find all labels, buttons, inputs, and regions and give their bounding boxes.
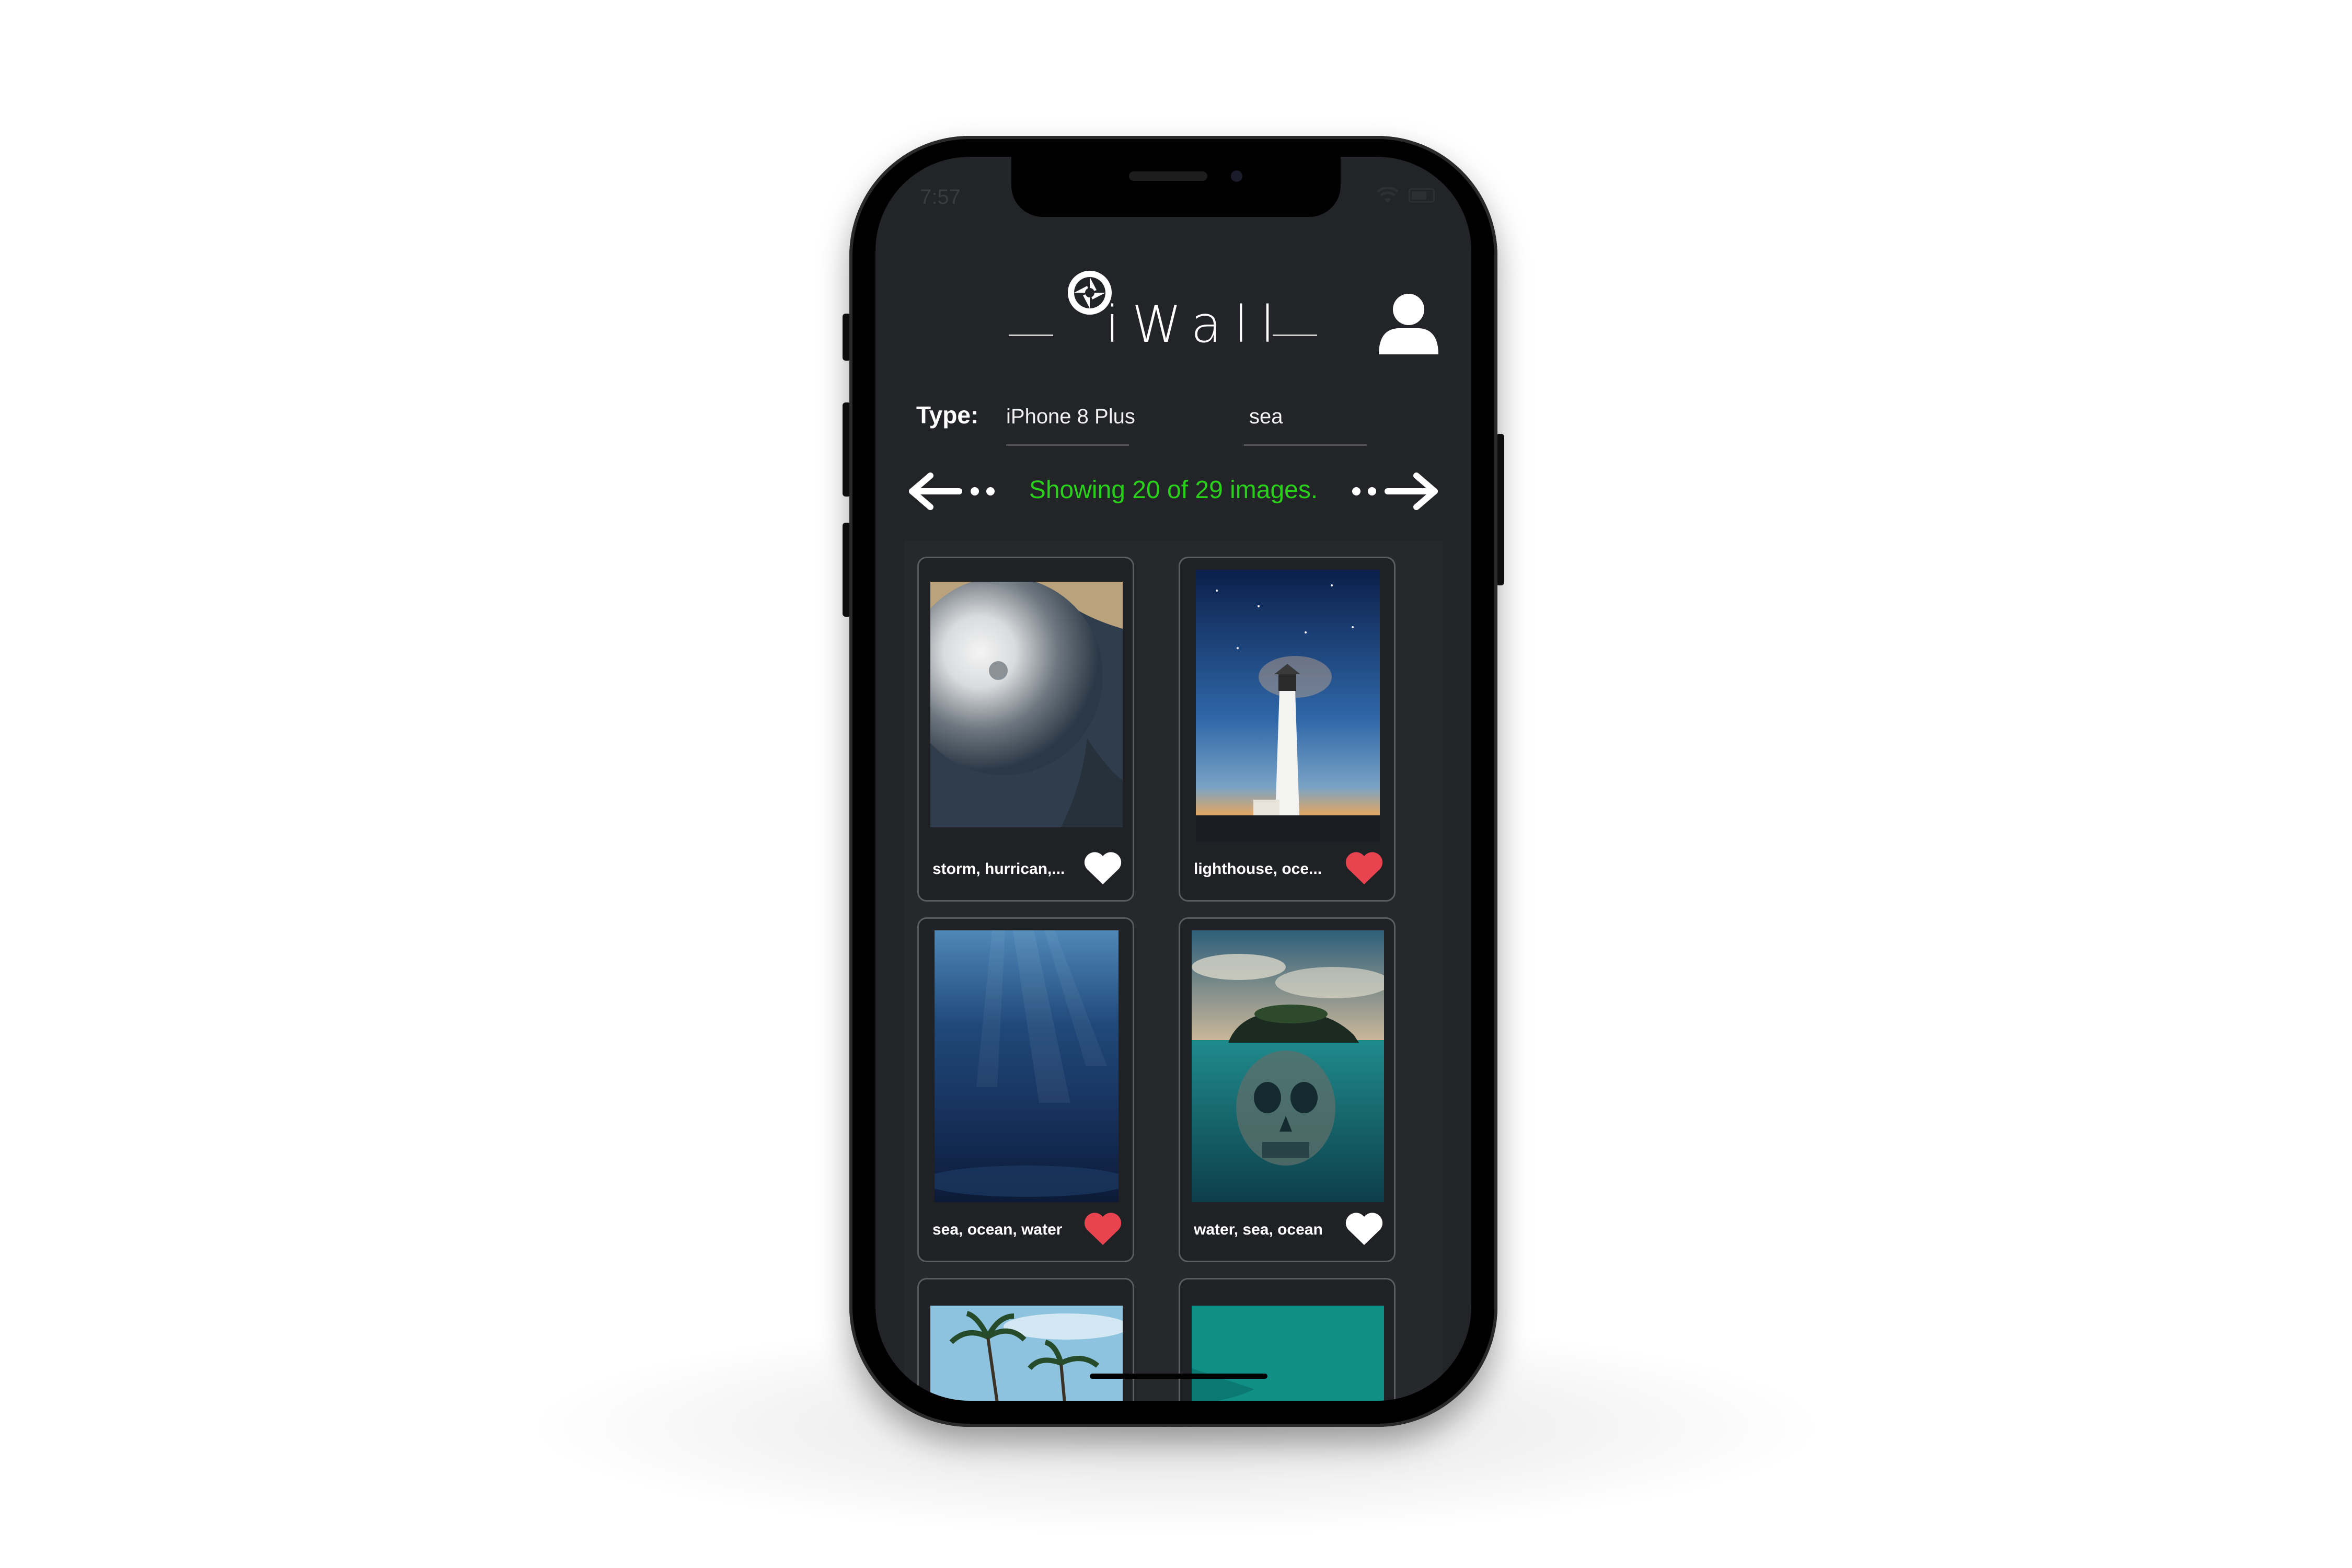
wallpaper-caption: sea, ocean, water <box>932 1221 1063 1238</box>
palms-image <box>930 1306 1123 1401</box>
phone-frame: 7:57 iWall Type: iPhone 8 Plus sea Showi… <box>849 136 1497 1427</box>
wallpaper-grid: storm, hurrican,... lighthouse, oce... s… <box>904 541 1443 1401</box>
type-label: Type: <box>916 401 979 429</box>
wallpaper-thumbnail-lighthouse[interactable] <box>1196 570 1380 841</box>
wallpaper-thumbnail-storm[interactable] <box>930 582 1123 827</box>
filter-row: Type: iPhone 8 Plus sea <box>875 395 1471 457</box>
wallpaper-thumbnail-skull-island[interactable] <box>1192 930 1384 1202</box>
heart-icon[interactable] <box>1344 851 1385 885</box>
wallpaper-caption: water, sea, ocean <box>1194 1221 1323 1238</box>
status-time: 7:57 <box>920 186 961 209</box>
heart-icon[interactable] <box>1082 1212 1123 1246</box>
keyword-underline <box>1244 444 1367 446</box>
wallpaper-thumbnail-teal-sea[interactable] <box>1192 1306 1384 1401</box>
wallpaper-thumbnail-underwater[interactable] <box>935 930 1119 1202</box>
wallpaper-caption: lighthouse, oce... <box>1194 860 1322 878</box>
wallpaper-card[interactable] <box>1179 1278 1396 1401</box>
home-indicator[interactable] <box>1090 1374 1267 1379</box>
wallpaper-card[interactable]: sea, ocean, water <box>917 917 1134 1262</box>
app-name: iWall <box>1105 295 1287 354</box>
wallpaper-card[interactable]: lighthouse, oce... <box>1179 557 1396 902</box>
wallpaper-caption: storm, hurrican,... <box>932 860 1065 878</box>
notch <box>1011 157 1341 217</box>
status-icons <box>1376 187 1435 204</box>
lighthouse-image <box>1196 570 1380 841</box>
earpiece-speaker <box>1129 171 1207 181</box>
teal-sea-image <box>1192 1306 1384 1401</box>
skull-island-image <box>1192 930 1384 1202</box>
logo-left-line <box>1009 335 1053 336</box>
heart-icon[interactable] <box>1344 1212 1385 1246</box>
arrow-right-icon[interactable] <box>1338 465 1443 517</box>
wallpaper-thumbnail-palms[interactable] <box>930 1306 1123 1401</box>
battery-icon <box>1409 188 1435 203</box>
user-profile-icon[interactable] <box>1375 293 1443 355</box>
wallpaper-card[interactable]: water, sea, ocean <box>1179 917 1396 1262</box>
front-camera <box>1231 170 1242 182</box>
heart-icon[interactable] <box>1082 851 1123 885</box>
keyword-search-input[interactable]: sea <box>1249 405 1283 429</box>
wallpaper-card[interactable] <box>917 1278 1134 1401</box>
wifi-icon <box>1377 187 1399 203</box>
device-underline <box>1006 444 1129 446</box>
pagination-row: Showing 20 of 29 images. <box>875 460 1471 523</box>
phone-screen: 7:57 iWall Type: iPhone 8 Plus sea Showi… <box>875 157 1471 1401</box>
underwater-image <box>935 930 1119 1202</box>
storm-image <box>930 582 1123 827</box>
wallpaper-card[interactable]: storm, hurrican,... <box>917 557 1134 902</box>
device-type-select[interactable]: iPhone 8 Plus <box>1006 405 1135 429</box>
logo-right-line <box>1273 335 1317 336</box>
